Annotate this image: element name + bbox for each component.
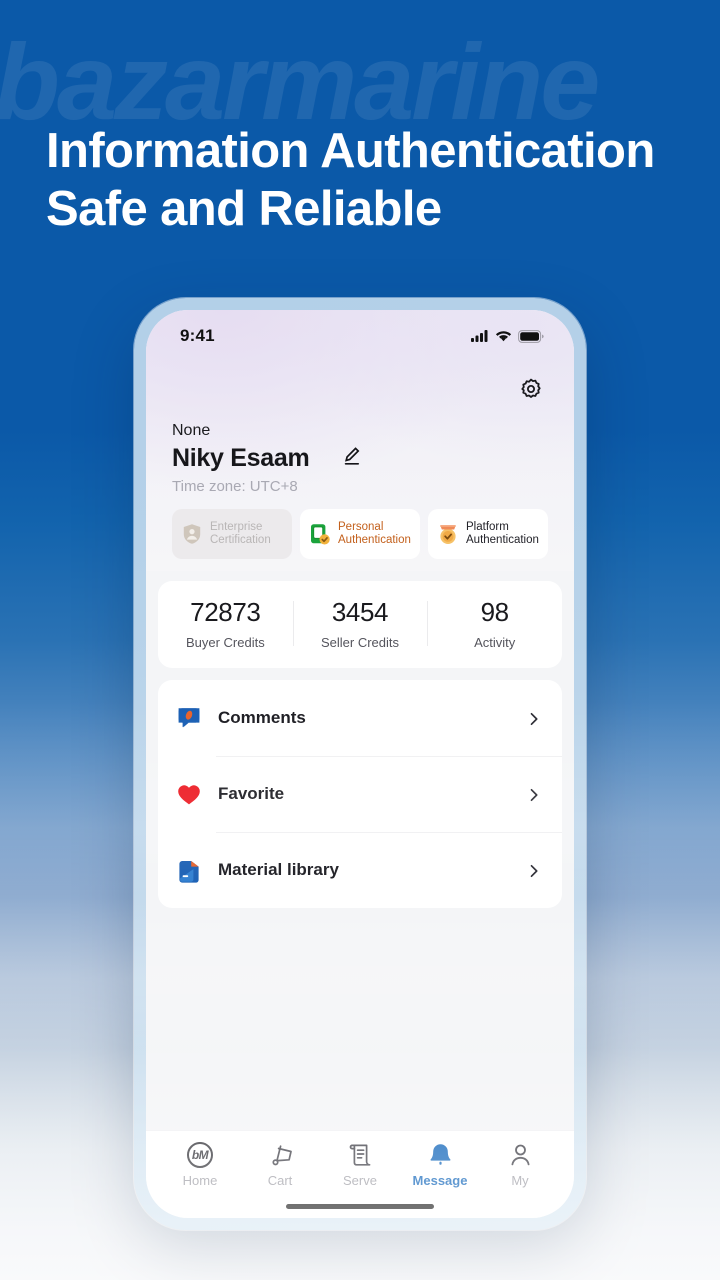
stat-value: 98 <box>480 597 510 627</box>
status-indicators <box>471 329 544 343</box>
company-label: None <box>172 422 211 439</box>
comment-bubble-icon <box>174 703 204 733</box>
auth-badge-row: Enterprise Certification Personal Authen… <box>172 509 548 559</box>
menu-item-comments[interactable]: Comments <box>158 680 562 756</box>
tab-my[interactable]: My <box>480 1141 560 1192</box>
battery-full-icon <box>518 329 544 343</box>
shield-person-icon <box>181 522 203 546</box>
stat-seller-credits[interactable]: 3454 Seller Credits <box>292 597 428 650</box>
bell-icon <box>428 1141 453 1168</box>
user-name: Niky Esaam <box>172 444 310 472</box>
phone-mockup: 9:41 None Niky Esaam Time zone: UTC+8 En… <box>134 298 586 1230</box>
status-clock: 9:41 <box>180 326 215 345</box>
tab-label: Message <box>412 1173 468 1188</box>
badge-check-icon <box>437 522 459 546</box>
stat-label: Seller Credits <box>320 635 400 650</box>
person-icon <box>508 1141 533 1168</box>
heart-icon <box>174 779 204 809</box>
tab-home[interactable]: bM Home <box>160 1141 240 1192</box>
promo-page: bazarmarine Information Authentication S… <box>0 0 720 1280</box>
tab-list: bM Home Cart Serve Message My <box>160 1141 560 1192</box>
badge-label: Platform Authentication <box>466 520 539 547</box>
id-card-check-icon <box>309 522 331 546</box>
tab-label: My <box>511 1173 529 1188</box>
tab-serve[interactable]: Serve <box>320 1141 400 1192</box>
stat-activity[interactable]: 98 Activity <box>427 597 562 650</box>
settings-button[interactable] <box>516 376 546 406</box>
home-indicator <box>286 1204 434 1209</box>
stat-label: Buyer Credits <box>185 635 265 650</box>
cellular-signal-icon <box>471 330 489 342</box>
brand-watermark: bazarmarine <box>0 21 600 142</box>
badge-platform-authentication[interactable]: Platform Authentication <box>428 509 548 559</box>
bm-logo-text: bM <box>187 1142 213 1168</box>
bottom-tab-bar: bM Home Cart Serve Message My <box>146 1130 574 1218</box>
badge-personal-authentication[interactable]: Personal Authentication <box>300 509 420 559</box>
phone-screen: 9:41 None Niky Esaam Time zone: UTC+8 En… <box>146 310 574 1218</box>
menu-item-material-library[interactable]: Material library <box>158 832 562 908</box>
stat-label: Activity <box>474 635 516 650</box>
wifi-icon <box>495 330 512 342</box>
chevron-right-icon <box>528 864 540 878</box>
content-spacer <box>146 908 574 1130</box>
badge-enterprise-certification[interactable]: Enterprise Certification <box>172 509 292 559</box>
stats-card: 72873 Buyer Credits 3454 Seller Credits … <box>158 581 562 668</box>
tab-cart[interactable]: Cart <box>240 1141 320 1192</box>
bm-logo-icon: bM <box>187 1141 213 1168</box>
menu-item-label: Comments <box>218 708 306 727</box>
menu-item-label: Favorite <box>218 784 285 803</box>
user-name-row: Niky Esaam <box>172 444 548 473</box>
tab-label: Cart <box>267 1173 293 1188</box>
header-actions <box>172 362 548 416</box>
badge-label: Personal Authentication <box>338 520 411 547</box>
timezone-label: Time zone: UTC+8 <box>172 478 298 495</box>
chevron-right-icon <box>528 788 540 802</box>
tab-message[interactable]: Message <box>400 1141 480 1192</box>
status-bar: 9:41 <box>146 310 574 362</box>
menu-item-label: Material library <box>218 860 339 879</box>
stat-buyer-credits[interactable]: 72873 Buyer Credits <box>158 597 293 650</box>
pencil-edit-icon <box>341 445 363 472</box>
stat-value: 3454 <box>331 597 389 627</box>
menu-item-favorite[interactable]: Favorite <box>158 756 562 832</box>
tab-label: Home <box>182 1173 218 1188</box>
page-title: Information Authentication Safe and Reli… <box>46 124 655 236</box>
stat-value: 72873 <box>190 597 261 627</box>
cart-icon <box>267 1141 294 1168</box>
tab-label: Serve <box>343 1173 377 1188</box>
badge-label: Enterprise Certification <box>210 520 271 547</box>
menu-card: Comments Favorite Material library <box>158 680 562 908</box>
edit-profile-button[interactable] <box>339 446 365 472</box>
chevron-right-icon <box>528 712 540 726</box>
material-folder-icon <box>174 855 204 885</box>
document-icon <box>348 1141 373 1168</box>
gear-icon <box>519 377 543 406</box>
